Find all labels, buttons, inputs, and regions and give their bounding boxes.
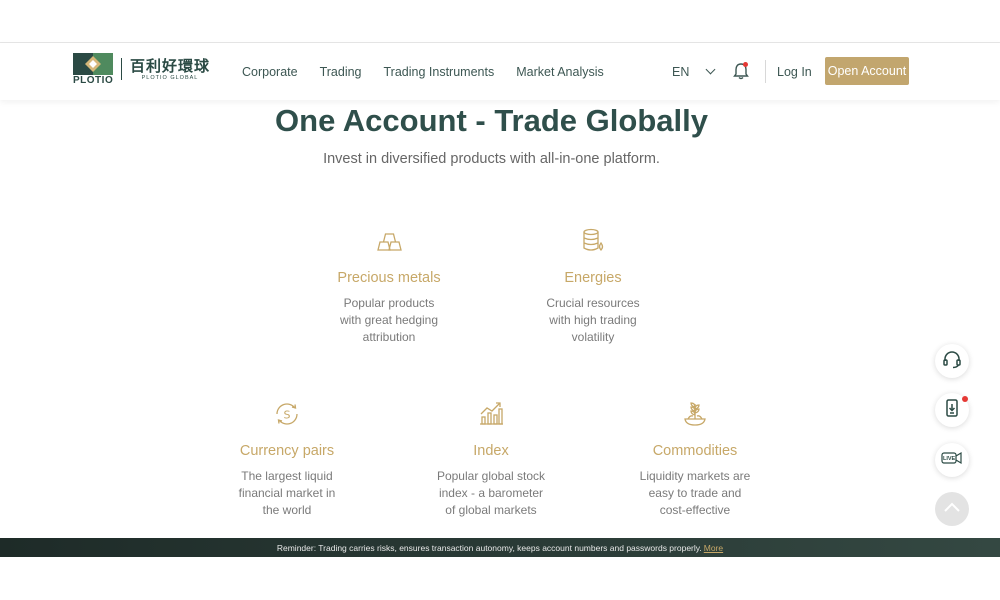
risk-reminder-bar: Reminder: Trading carries risks, ensures… [0, 538, 1000, 557]
brand-name-cn-sub: PLOTIO GLOBAL [141, 74, 199, 81]
index-chart-icon [476, 399, 506, 429]
mobile-download-icon [942, 398, 962, 423]
headset-icon [942, 349, 962, 374]
svg-text:S: S [284, 409, 291, 422]
language-label: EN [672, 64, 690, 79]
product-description: The largest liquid financial market in t… [238, 469, 336, 517]
live-button[interactable]: LIVE [935, 443, 969, 477]
live-label: LIVE [943, 456, 956, 462]
risk-reminder-text: Reminder: Trading carries risks, ensures… [276, 542, 702, 553]
brand-logo[interactable]: PLOTIO 百利好環球 PLOTIO GLOBAL [73, 53, 211, 86]
site-header: PLOTIO 百利好環球 PLOTIO GLOBAL Corporate Tra… [0, 43, 1000, 100]
product-title: Precious metals [337, 270, 441, 286]
risk-reminder-more-link[interactable]: More [704, 543, 723, 553]
brand-name-en: PLOTIO [73, 75, 114, 86]
hero-subtitle: Invest in diversified products with all-… [323, 151, 660, 167]
oil-barrel-icon [578, 226, 608, 256]
nav-item-trading[interactable]: Trading [320, 65, 362, 79]
header-divider [765, 60, 766, 83]
product-title: Energies [564, 270, 622, 286]
chevron-down-icon [705, 64, 716, 75]
back-to-top-button[interactable] [935, 492, 969, 526]
notification-bell-icon[interactable] [733, 62, 749, 80]
product-precious-metals[interactable]: Precious metals Popular products with gr… [309, 226, 469, 346]
product-description: Liquidity markets are easy to trade and … [639, 469, 751, 517]
logo-separator [121, 58, 122, 80]
brand-name-cn: 百利好環球 [130, 56, 211, 75]
product-description: Crucial resources with high trading vola… [546, 296, 640, 344]
open-account-button[interactable]: Open Account [825, 57, 909, 85]
product-energies[interactable]: Energies Crucial resources with high tra… [513, 226, 673, 346]
product-currency-pairs[interactable]: S Currency pairs The largest liquid fina… [207, 399, 367, 519]
product-index[interactable]: Index Popular global stock index - a bar… [411, 399, 571, 519]
language-selector[interactable]: EN [672, 43, 716, 100]
product-title: Commodities [652, 443, 738, 459]
hero-title: One Account - Trade Globally [275, 103, 708, 138]
login-link[interactable]: Log In [777, 43, 812, 100]
product-title: Currency pairs [239, 443, 335, 459]
product-commodities[interactable]: Commodities Liquidity markets are easy t… [615, 399, 775, 519]
top-strip [0, 0, 1000, 43]
nav-item-market-analysis[interactable]: Market Analysis [516, 65, 604, 79]
download-notification-dot [962, 396, 968, 402]
chevron-up-icon [943, 500, 961, 518]
customer-service-button[interactable] [935, 344, 969, 378]
logo-mark-icon: PLOTIO [73, 53, 114, 86]
main-nav: Corporate Trading Trading Instruments Ma… [242, 43, 604, 100]
currency-exchange-icon: S [272, 399, 302, 429]
product-description: Popular global stock index - a barometer… [436, 469, 546, 517]
nav-item-corporate[interactable]: Corporate [242, 65, 298, 79]
wheat-bowl-icon [680, 399, 710, 429]
product-title: Index [473, 443, 509, 459]
nav-item-trading-instruments[interactable]: Trading Instruments [384, 65, 495, 79]
product-description: Popular products with great hedging attr… [339, 296, 439, 344]
gold-bars-icon [374, 226, 404, 256]
